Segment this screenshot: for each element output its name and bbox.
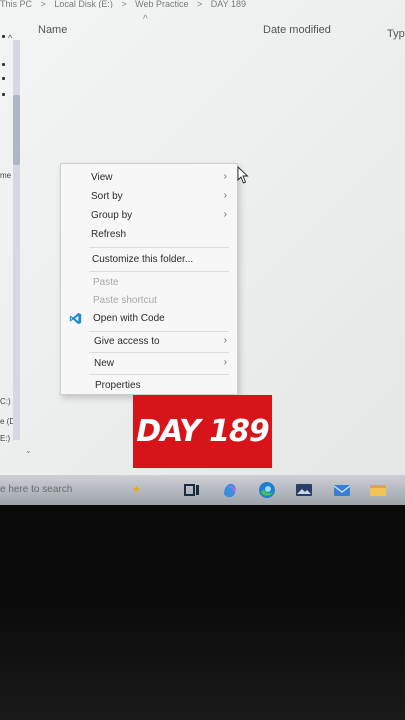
breadcrumb-web-practice[interactable]: Web Practice bbox=[135, 0, 188, 8]
menu-separator bbox=[89, 271, 229, 272]
mail-icon[interactable] bbox=[332, 480, 352, 500]
menu-item-refresh[interactable]: Refresh bbox=[61, 226, 237, 244]
nav-pin-icon bbox=[2, 63, 5, 66]
nav-item-drive-c[interactable]: C:) bbox=[0, 397, 11, 406]
menu-item-label: Give access to bbox=[94, 336, 160, 347]
submenu-arrow-icon: › bbox=[223, 190, 227, 201]
menu-item-label: View bbox=[91, 172, 113, 183]
breadcrumb-local-disk[interactable]: Local Disk (E:) bbox=[54, 0, 113, 8]
monitor-bezel bbox=[0, 505, 405, 720]
menu-item-properties[interactable]: Properties bbox=[61, 377, 237, 395]
menu-item-new[interactable]: New › bbox=[61, 355, 237, 373]
nav-pin-icon bbox=[2, 35, 5, 38]
nav-scrollbar-thumb[interactable] bbox=[13, 95, 20, 165]
menu-item-label: Paste bbox=[93, 277, 119, 288]
breadcrumb-this-pc[interactable]: This PC bbox=[0, 0, 32, 8]
menu-item-customize-folder[interactable]: Customize this folder... bbox=[61, 251, 237, 269]
menu-item-label: Properties bbox=[95, 380, 141, 391]
menu-separator bbox=[89, 374, 229, 375]
nav-pin-icon bbox=[2, 93, 5, 96]
breadcrumb-separator: > bbox=[40, 0, 46, 8]
submenu-arrow-icon: › bbox=[223, 209, 227, 220]
day-banner-text: DAY 189 bbox=[136, 414, 269, 449]
nav-pin-icon bbox=[2, 77, 5, 80]
menu-item-open-with-code[interactable]: Open with Code bbox=[61, 310, 237, 328]
context-menu: View › Sort by › Group by › Refresh Cust… bbox=[60, 163, 238, 395]
nav-item-home[interactable]: me bbox=[0, 171, 11, 180]
copilot-icon[interactable] bbox=[220, 480, 240, 500]
menu-item-label: Customize this folder... bbox=[92, 254, 194, 265]
mouse-cursor-icon bbox=[237, 166, 249, 184]
menu-item-sort-by[interactable]: Sort by › bbox=[61, 188, 237, 206]
submenu-arrow-icon: › bbox=[223, 357, 227, 368]
breadcrumb-day-189[interactable]: DAY 189 bbox=[211, 0, 246, 8]
file-explorer-icon[interactable] bbox=[368, 480, 388, 500]
menu-item-label: Open with Code bbox=[93, 313, 165, 324]
taskbar: e here to search ✦ bbox=[0, 475, 405, 505]
submenu-arrow-icon: › bbox=[223, 171, 227, 182]
column-header-name[interactable]: Name bbox=[38, 24, 67, 36]
menu-item-paste-shortcut[interactable]: Paste shortcut bbox=[61, 292, 237, 310]
task-view-icon[interactable] bbox=[182, 480, 202, 500]
edge-icon[interactable] bbox=[257, 480, 277, 500]
nav-item-drive-e[interactable]: E:) bbox=[0, 434, 10, 443]
menu-item-group-by[interactable]: Group by › bbox=[61, 207, 237, 225]
column-header-date-modified[interactable]: Date modified bbox=[263, 24, 331, 36]
menu-item-label: Sort by bbox=[91, 191, 123, 202]
day-banner: DAY 189 bbox=[133, 395, 272, 468]
menu-item-view[interactable]: View › bbox=[61, 169, 237, 187]
vscode-icon bbox=[69, 312, 82, 325]
menu-item-paste[interactable]: Paste bbox=[61, 274, 237, 292]
photos-icon[interactable] bbox=[294, 480, 314, 500]
nav-scroll-down-icon[interactable]: ⌄ bbox=[25, 446, 32, 455]
column-header-type[interactable]: Type bbox=[387, 28, 405, 40]
sort-caret-icon: ^ bbox=[143, 14, 148, 25]
breadcrumb-separator: > bbox=[197, 0, 203, 8]
bezel-shade bbox=[0, 600, 405, 720]
breadcrumb[interactable]: This PC > Local Disk (E:) > Web Practice… bbox=[0, 0, 405, 8]
menu-item-label: Refresh bbox=[91, 229, 127, 240]
menu-item-label: Group by bbox=[91, 210, 133, 221]
desktop-screen: This PC > Local Disk (E:) > Web Practice… bbox=[0, 0, 405, 505]
search-highlight-icon[interactable]: ✦ bbox=[131, 482, 142, 498]
submenu-arrow-icon: › bbox=[223, 335, 227, 346]
taskbar-search-box[interactable]: e here to search bbox=[0, 484, 72, 495]
menu-item-give-access-to[interactable]: Give access to › bbox=[61, 333, 237, 351]
nav-scroll-up-icon[interactable]: ^ bbox=[8, 33, 12, 43]
menu-item-label: New bbox=[94, 358, 115, 369]
breadcrumb-separator: > bbox=[121, 0, 127, 8]
menu-item-label: Paste shortcut bbox=[93, 295, 157, 306]
menu-separator bbox=[89, 247, 229, 248]
menu-separator bbox=[89, 352, 229, 353]
menu-separator bbox=[89, 331, 229, 332]
